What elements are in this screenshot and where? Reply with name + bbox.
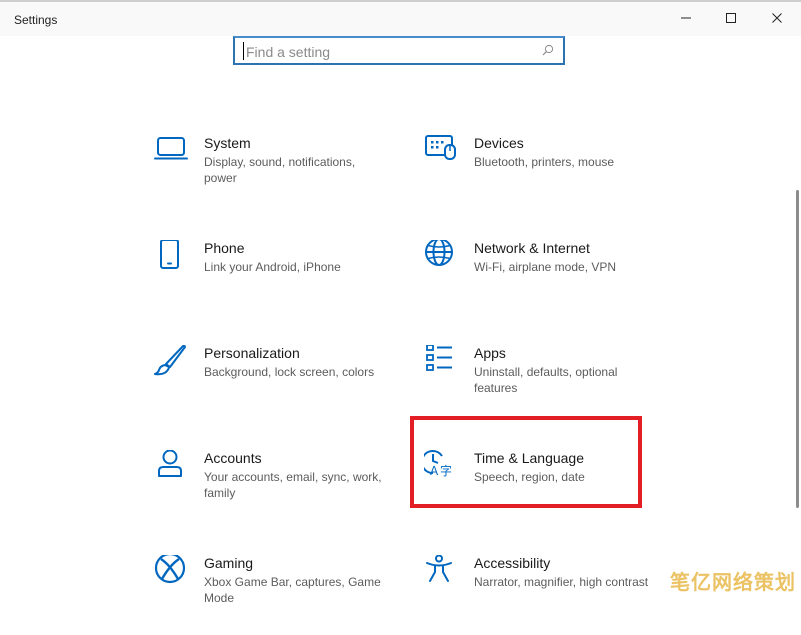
category-description: Bluetooth, printers, mouse (474, 155, 615, 169)
xbox-icon (154, 555, 186, 584)
category-personalization[interactable]: Personalization Background, lock screen,… (154, 345, 414, 425)
category-accounts[interactable]: Accounts Your accounts, email, sync, wor… (154, 450, 414, 530)
category-system[interactable]: System Display, sound, notifications, po… (154, 135, 414, 215)
phone-icon (160, 240, 179, 269)
brush-icon (154, 345, 186, 376)
search-placeholder: Find a setting (246, 44, 331, 60)
minimize-button[interactable] (663, 2, 709, 34)
minimize-icon (681, 17, 691, 19)
apps-list-icon (426, 345, 452, 371)
category-title: Phone (204, 240, 245, 256)
globe-icon (425, 240, 453, 266)
category-description: Uninstall, defaults, optional features (474, 365, 618, 395)
category-description: Narrator, magnifier, high contrast (474, 575, 649, 589)
category-title: System (204, 135, 251, 151)
category-title: Network & Internet (474, 240, 590, 256)
category-devices[interactable]: Devices Bluetooth, printers, mouse (424, 135, 684, 215)
category-title: Accounts (204, 450, 262, 466)
category-apps[interactable]: Apps Uninstall, defaults, optional featu… (424, 345, 684, 425)
close-button[interactable] (754, 2, 800, 34)
category-accessibility[interactable]: Accessibility Narrator, magnifier, high … (424, 555, 684, 635)
category-network-internet[interactable]: Network & Internet Wi-Fi, airplane mode,… (424, 240, 684, 320)
devices-icon (425, 135, 456, 160)
category-title: Personalization (204, 345, 300, 361)
search-icon[interactable] (542, 44, 554, 56)
category-title: Accessibility (474, 555, 551, 571)
scrollbar[interactable] (796, 190, 799, 508)
close-icon (772, 13, 782, 23)
highlight-box (410, 416, 642, 508)
watermark-logo: 笔亿网络策划 (670, 572, 796, 594)
category-description: Background, lock screen, colors (204, 365, 375, 379)
search-input[interactable]: Find a setting (233, 36, 565, 65)
category-description: Display, sound, notifications, power (204, 155, 356, 185)
maximize-button[interactable] (708, 2, 754, 34)
category-title: Apps (474, 345, 506, 361)
accessibility-icon (426, 555, 452, 582)
category-title: Devices (474, 135, 524, 151)
maximize-icon (726, 13, 736, 23)
person-icon (158, 450, 182, 477)
category-description: Link your Android, iPhone (204, 260, 341, 274)
category-description: Xbox Game Bar, captures, Game Mode (204, 575, 381, 605)
category-description: Wi-Fi, airplane mode, VPN (474, 260, 617, 274)
window-title: Settings (14, 13, 58, 27)
category-title: Gaming (204, 555, 254, 571)
category-description: Your accounts, email, sync, work, family (204, 470, 382, 500)
category-phone[interactable]: Phone Link your Android, iPhone (154, 240, 414, 320)
text-caret (243, 42, 244, 60)
laptop-icon (154, 137, 188, 160)
category-gaming[interactable]: Gaming Xbox Game Bar, captures, Game Mod… (154, 555, 414, 635)
